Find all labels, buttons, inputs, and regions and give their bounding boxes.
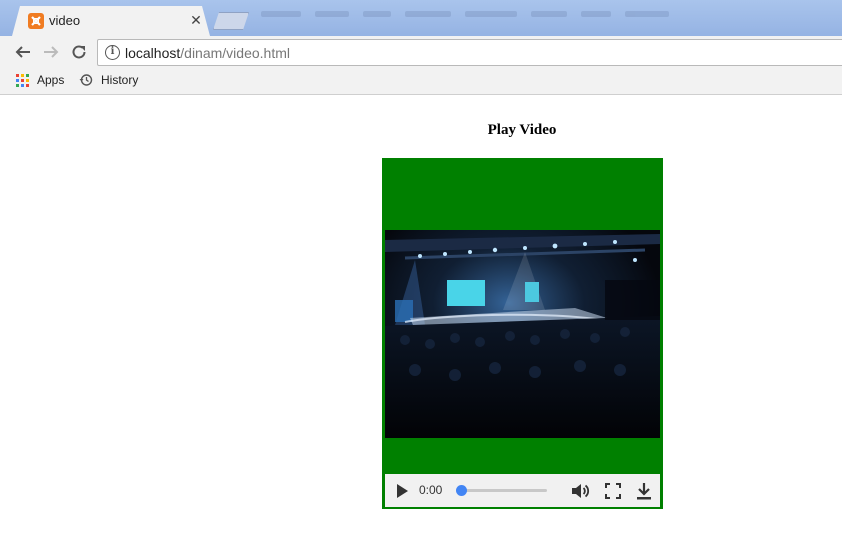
download-button[interactable]	[635, 481, 653, 501]
url-host: localhost	[125, 45, 181, 61]
concert-stage-video-frame	[385, 230, 660, 438]
url-text: localhost/dinam/video.html	[125, 45, 290, 61]
tab-strip: video ✕	[0, 0, 842, 36]
page-content: Play Video 0:00	[0, 96, 842, 538]
bookmark-history-label: History	[101, 73, 139, 87]
tab-title: video	[49, 13, 81, 28]
tab-close-icon[interactable]: ✕	[188, 12, 204, 28]
new-tab-button[interactable]	[213, 12, 249, 30]
forward-button[interactable]	[41, 42, 61, 62]
video-player[interactable]: 0:00	[382, 158, 663, 509]
video-frame[interactable]	[385, 230, 660, 438]
fullscreen-button[interactable]	[604, 482, 622, 500]
page-heading: Play Video	[487, 122, 557, 138]
browser-toolbar: i localhost/dinam/video.html	[0, 36, 842, 68]
url-path: /dinam/video.html	[180, 45, 290, 61]
reload-icon	[72, 45, 86, 59]
mute-button[interactable]	[570, 481, 590, 501]
bookmark-apps[interactable]: Apps	[16, 73, 64, 87]
bookmarks-bar: Apps History	[0, 68, 842, 95]
xampp-icon	[28, 13, 44, 29]
reload-button[interactable]	[69, 42, 89, 62]
bookmark-apps-label: Apps	[37, 73, 65, 87]
tab-video[interactable]: video ✕	[12, 6, 210, 36]
info-icon[interactable]: i	[105, 45, 120, 60]
download-icon	[637, 483, 651, 500]
volume-icon	[572, 484, 590, 498]
seek-thumb[interactable]	[455, 485, 467, 496]
fullscreen-icon	[605, 483, 621, 499]
background-window-ghost	[255, 4, 842, 24]
back-button[interactable]	[13, 42, 33, 62]
history-icon	[79, 74, 93, 86]
current-time: 0:00	[419, 483, 443, 497]
seek-slider[interactable]	[455, 485, 547, 496]
address-bar[interactable]: i localhost/dinam/video.html	[97, 39, 842, 66]
apps-grid-icon	[16, 73, 29, 87]
play-icon	[397, 484, 408, 498]
back-arrow-icon	[15, 46, 30, 58]
bookmark-history[interactable]: History	[79, 73, 138, 87]
video-controls: 0:00	[385, 474, 660, 507]
forward-arrow-icon	[44, 46, 59, 58]
play-button[interactable]	[395, 483, 409, 499]
